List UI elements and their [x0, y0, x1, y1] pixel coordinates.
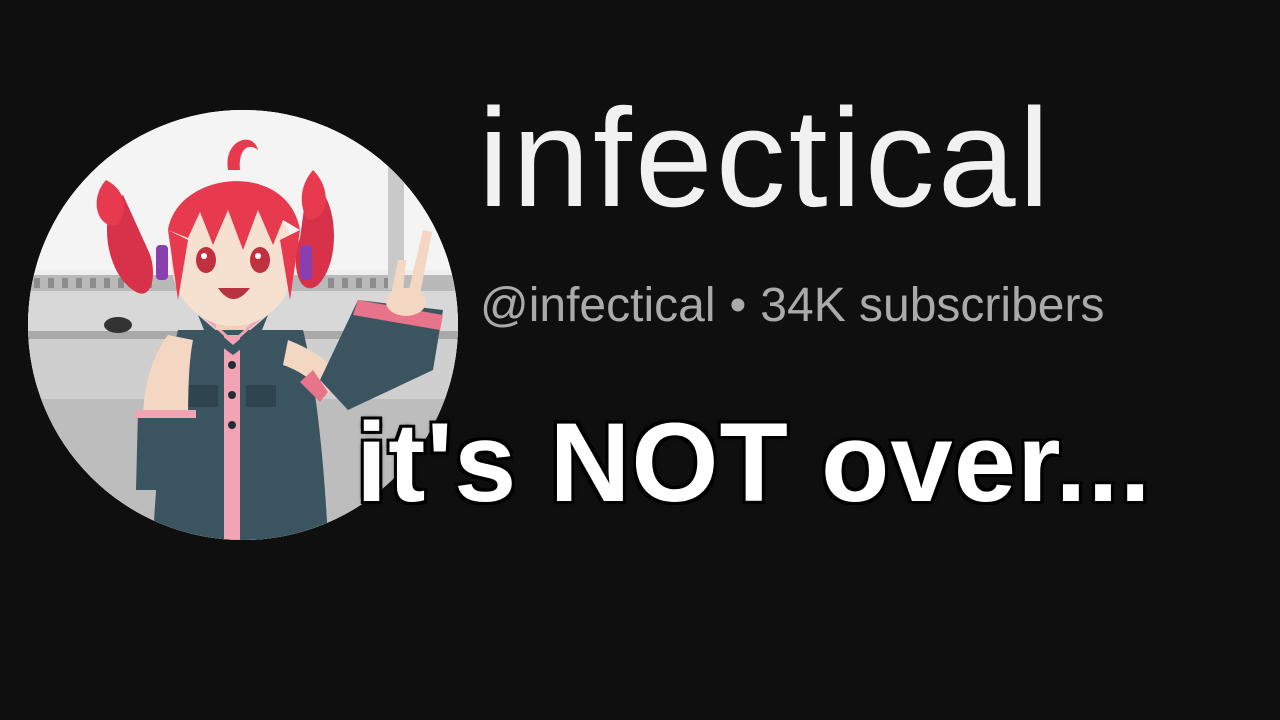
- meta-separator: •: [729, 279, 747, 332]
- channel-handle[interactable]: @infectical: [480, 279, 715, 332]
- channel-meta: @infectical • 34K subscribers: [480, 278, 1104, 334]
- thumbnail-caption: it's NOT over...: [355, 399, 1153, 527]
- channel-thumbnail: infectical @infectical • 34K subscribers i…: [0, 0, 1280, 720]
- channel-name[interactable]: infectical: [478, 78, 1053, 238]
- subscriber-count: 34K subscribers: [760, 279, 1105, 332]
